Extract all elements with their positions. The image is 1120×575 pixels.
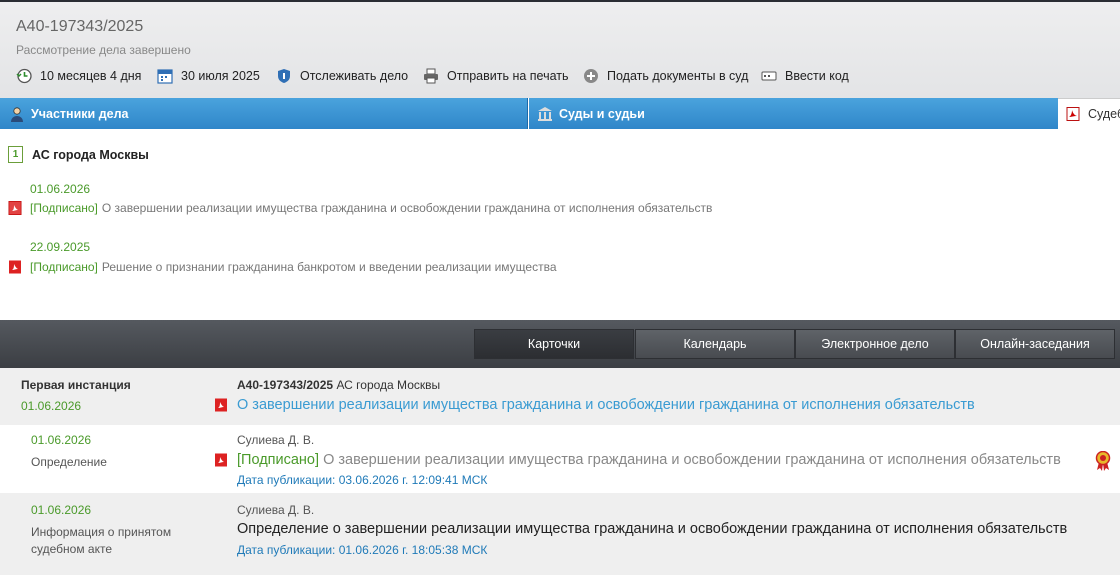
- instance-row: Первая инстанция 01.06.2026 А40-197343/2…: [0, 368, 1120, 426]
- case-number: А40-197343/2025: [16, 18, 144, 35]
- tab-courts-judges[interactable]: Суды и судьи: [529, 98, 1058, 129]
- court-name: АС города Москвы: [32, 147, 149, 162]
- view-switcher-bar: Карточки Календарь Электронное дело Онла…: [0, 320, 1120, 368]
- document-date: 01.06.2026: [30, 182, 91, 196]
- tab-courts-judges-label: Суды и судьи: [559, 106, 645, 121]
- entry-date: 01.06.2026: [31, 503, 92, 517]
- case-tabs: Участники дела Суды и судьи Судеб: [0, 98, 1120, 129]
- submit-documents-label: Подать документы в суд: [607, 69, 749, 83]
- table-row: 01.06.2026 Информация о принятом судебно…: [0, 493, 1120, 575]
- instance-court: АС города Москвы: [336, 378, 441, 392]
- entry-judge: Сулиева Д. В.: [237, 433, 315, 447]
- duration-item: 10 месяцев 4 дня: [16, 68, 141, 84]
- pdf-icon: [8, 260, 22, 274]
- tab-participants[interactable]: Участники дела: [0, 98, 528, 129]
- track-case-button[interactable]: Отслеживать дело: [276, 68, 408, 84]
- shield-icon: [276, 68, 292, 84]
- tab-participants-label: Участники дела: [31, 106, 129, 121]
- track-case-label: Отслеживать дело: [300, 69, 409, 83]
- tab-cards[interactable]: Карточки: [474, 329, 634, 359]
- entry-date: 01.06.2026: [31, 433, 92, 447]
- print-label: Отправить на печать: [447, 69, 569, 83]
- court-building-icon: [537, 106, 553, 122]
- entry-publication-date: Дата публикации: 01.06.2026 г. 18:05:38 …: [237, 543, 488, 557]
- date-label: 30 июля 2025: [181, 69, 260, 83]
- signed-badge: [Подписано]: [30, 201, 98, 215]
- instance-label: Первая инстанция: [21, 378, 131, 392]
- case-header: А40-197343/2025 Рассмотрение дела заверш…: [0, 0, 1120, 98]
- case-status: Рассмотрение дела завершено: [16, 43, 191, 57]
- tab-judicial-acts[interactable]: Судеб: [1058, 98, 1120, 129]
- enter-code-label: Ввести код: [785, 69, 849, 83]
- submit-documents-button[interactable]: Подать документы в суд: [583, 68, 748, 84]
- entry-title: О завершении реализации имущества гражда…: [323, 452, 1061, 468]
- award-seal-icon: [1094, 450, 1112, 471]
- entry-judge: Сулиева Д. В.: [237, 503, 315, 517]
- document-title: О завершении реализации имущества гражда…: [101, 201, 713, 215]
- person-icon: [9, 106, 25, 122]
- printer-icon: [423, 68, 439, 84]
- document-link[interactable]: [Подписано] О завершении реализации имущ…: [8, 201, 712, 215]
- tab-electronic-case[interactable]: Электронное дело: [795, 329, 955, 359]
- instance-title-link[interactable]: О завершении реализации имущества гражда…: [237, 397, 975, 413]
- clock-back-icon: [16, 68, 32, 84]
- entry-type: Определение: [31, 455, 107, 469]
- court-heading: 1 АС города Москвы: [8, 146, 149, 163]
- instance-badge-icon: 1: [8, 146, 23, 163]
- duration-label: 10 месяцев 4 дня: [40, 69, 142, 83]
- pdf-icon: [1066, 107, 1080, 121]
- entry-publication-date: Дата публикации: 03.06.2026 г. 12:09:41 …: [237, 473, 488, 487]
- code-icon: [761, 68, 777, 84]
- plus-circle-icon: [583, 68, 599, 84]
- document-link[interactable]: [Подписано] Решение о признании граждани…: [8, 260, 557, 274]
- print-button[interactable]: Отправить на печать: [423, 68, 569, 84]
- pdf-icon: [214, 398, 228, 412]
- instance-date: 01.06.2026: [21, 399, 82, 413]
- signed-badge: [Подписано]: [237, 452, 320, 468]
- pdf-icon: [8, 201, 22, 215]
- date-item: 30 июля 2025: [157, 68, 260, 84]
- entry-title: Определение о завершении реализации имущ…: [237, 521, 1068, 537]
- document-date: 22.09.2025: [30, 240, 91, 254]
- tab-calendar[interactable]: Календарь: [635, 329, 795, 359]
- signed-badge: [Подписано]: [30, 260, 98, 274]
- table-row: 01.06.2026 Определение Сулиева Д. В. [По…: [0, 425, 1120, 494]
- tab-online-hearings[interactable]: Онлайн-заседания: [955, 329, 1115, 359]
- entry-type: Информация о принятом судебном акте: [31, 525, 172, 556]
- pdf-icon: [214, 453, 228, 467]
- entry-document-link[interactable]: [Подписано] О завершении реализации имущ…: [237, 452, 1061, 468]
- calendar-icon: [157, 68, 173, 84]
- instance-case: А40-197343/2025 АС города Москвы: [237, 378, 440, 392]
- tab-judicial-acts-label: Судеб: [1088, 107, 1120, 121]
- document-title: Решение о признании гражданина банкротом…: [101, 260, 557, 274]
- instance-case-number: А40-197343/2025: [237, 378, 334, 392]
- enter-code-button[interactable]: Ввести код: [761, 68, 849, 84]
